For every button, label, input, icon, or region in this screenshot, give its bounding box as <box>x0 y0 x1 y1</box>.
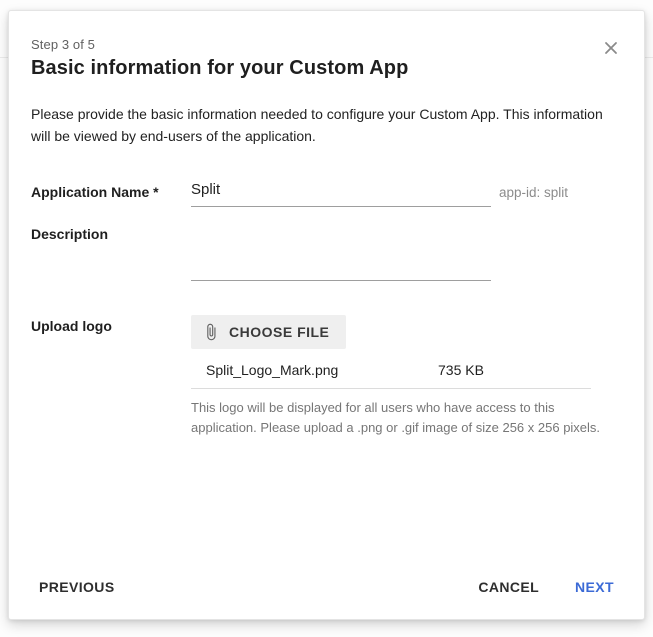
upload-logo-label: Upload logo <box>31 315 191 334</box>
file-name: Split_Logo_Mark.png <box>206 362 438 378</box>
application-name-label: Application Name * <box>31 181 191 200</box>
page-background: Step 3 of 5 Basic information for your C… <box>0 0 653 637</box>
description-input[interactable] <box>191 259 491 281</box>
previous-button[interactable]: PREVIOUS <box>39 579 115 595</box>
dialog-title: Basic information for your Custom App <box>31 57 614 80</box>
upload-logo-row: Upload logo CHOOSE FILE Split_Logo_Mark.… <box>31 315 614 438</box>
app-id-hint: app-id: split <box>499 181 568 200</box>
description-input-col <box>191 223 491 281</box>
application-name-input-col <box>191 181 491 207</box>
footer-right-actions: CANCEL NEXT <box>478 579 614 595</box>
dialog-footer: PREVIOUS CANCEL NEXT <box>39 579 614 595</box>
description-row: Description <box>31 223 614 281</box>
file-size: 735 KB <box>438 362 484 378</box>
choose-file-label: CHOOSE FILE <box>229 324 329 340</box>
dialog-intro: Please provide the basic information nee… <box>31 103 614 147</box>
step-indicator: Step 3 of 5 <box>31 37 614 52</box>
upload-logo-col: CHOOSE FILE Split_Logo_Mark.png 735 KB T… <box>191 315 614 438</box>
custom-app-dialog: Step 3 of 5 Basic information for your C… <box>8 10 645 620</box>
description-label: Description <box>31 223 191 242</box>
choose-file-button[interactable]: CHOOSE FILE <box>191 315 346 349</box>
next-button[interactable]: NEXT <box>575 579 614 595</box>
paperclip-icon <box>202 323 220 341</box>
uploaded-file-row: Split_Logo_Mark.png 735 KB <box>191 362 614 378</box>
cancel-button[interactable]: CANCEL <box>478 579 539 595</box>
close-button[interactable] <box>598 35 624 61</box>
application-name-input[interactable] <box>191 181 491 207</box>
close-icon <box>604 41 618 55</box>
upload-help-text: This logo will be displayed for all user… <box>191 398 614 438</box>
file-divider <box>191 388 591 389</box>
application-name-row: Application Name * app-id: split <box>31 181 614 207</box>
